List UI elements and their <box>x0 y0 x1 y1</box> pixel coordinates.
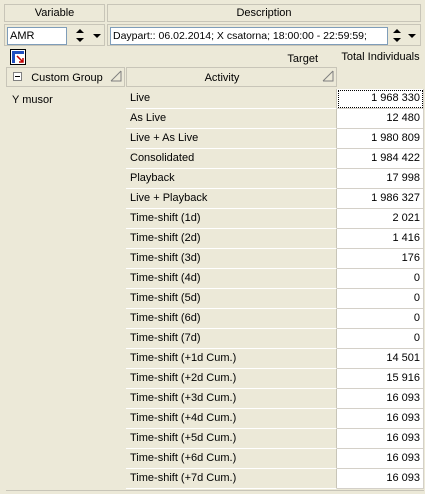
spin-down-icon[interactable] <box>73 36 87 45</box>
activity-cell[interactable]: Time-shift (+1d Cum.) <box>126 349 337 369</box>
table-row[interactable]: Consolidated 1 984 422 <box>126 149 424 169</box>
value-cell[interactable]: 0 <box>337 289 424 309</box>
activity-cell[interactable]: Time-shift (2d) <box>126 229 337 249</box>
activity-cell[interactable]: Time-shift (7d) <box>126 329 337 349</box>
activity-cell[interactable]: Live + As Live <box>126 129 337 149</box>
variable-column-header: Variable <box>4 4 105 22</box>
value-cell[interactable]: 16 093 <box>337 469 424 489</box>
value-cell[interactable]: 1 980 809 <box>337 129 424 149</box>
table-row[interactable]: Time-shift (6d) 0 <box>126 309 424 329</box>
activity-cell[interactable]: Time-shift (1d) <box>126 209 337 229</box>
custom-group-header-label: Custom Group <box>31 72 103 84</box>
spin-up-icon[interactable] <box>73 27 87 36</box>
data-grid: Live 1 968 330 As Live 12 480 Live + As Live… <box>126 89 424 489</box>
activity-cell[interactable]: Time-shift (+5d Cum.) <box>126 429 337 449</box>
group-panel: Y musor <box>6 88 126 490</box>
spin-down-icon[interactable] <box>390 36 404 45</box>
value-cell[interactable]: 0 <box>337 329 424 349</box>
target-label: Target <box>287 53 318 65</box>
table-row[interactable]: Playback 17 998 <box>126 169 424 189</box>
description-spin-buttons[interactable] <box>390 27 404 45</box>
custom-group-header[interactable]: Custom Group <box>6 67 125 87</box>
value-cell[interactable]: 1 986 327 <box>337 189 424 209</box>
value-cell[interactable]: 1 968 330 <box>337 89 424 109</box>
activity-header[interactable]: Activity <box>126 67 337 87</box>
table-row[interactable]: Time-shift (3d) 176 <box>126 249 424 269</box>
table-row[interactable]: Live 1 968 330 <box>126 89 424 109</box>
activity-cell[interactable]: Time-shift (+3d Cum.) <box>126 389 337 409</box>
table-row[interactable]: Time-shift (5d) 0 <box>126 289 424 309</box>
activity-cell[interactable]: Time-shift (3d) <box>126 249 337 269</box>
activity-cell[interactable]: Time-shift (+2d Cum.) <box>126 369 337 389</box>
table-row[interactable]: Time-shift (+5d Cum.) 16 093 <box>126 429 424 449</box>
value-cell[interactable]: 16 093 <box>337 389 424 409</box>
table-row[interactable]: As Live 12 480 <box>126 109 424 129</box>
variable-selector: AMR <box>4 24 105 46</box>
table-row[interactable]: Time-shift (+2d Cum.) 15 916 <box>126 369 424 389</box>
description-value[interactable]: Daypart:: 06.02.2014; X csatorna; 18:00:… <box>110 27 388 45</box>
pivot-grid-icon[interactable] <box>10 49 26 65</box>
value-cell[interactable]: 1 416 <box>337 229 424 249</box>
value-cell[interactable]: 0 <box>337 269 424 289</box>
table-row[interactable]: Time-shift (7d) 0 <box>126 329 424 349</box>
activity-cell[interactable]: Consolidated <box>126 149 337 169</box>
value-cell[interactable]: 16 093 <box>337 449 424 469</box>
activity-cell[interactable]: Time-shift (5d) <box>126 289 337 309</box>
variable-spin-buttons[interactable] <box>73 27 87 45</box>
activity-cell[interactable]: Live + Playback <box>126 189 337 209</box>
activity-cell[interactable]: Time-shift (+7d Cum.) <box>126 469 337 489</box>
value-cell[interactable]: 12 480 <box>337 109 424 129</box>
value-cell[interactable]: 176 <box>337 249 424 269</box>
activity-cell[interactable]: Time-shift (6d) <box>126 309 337 329</box>
activity-cell[interactable]: Live <box>126 89 337 109</box>
value-cell[interactable]: 15 916 <box>337 369 424 389</box>
description-selector: Daypart:: 06.02.2014; X csatorna; 18:00:… <box>107 24 421 46</box>
activity-cell[interactable]: Time-shift (+4d Cum.) <box>126 409 337 429</box>
description-dropdown-icon[interactable] <box>406 27 418 45</box>
group-value[interactable]: Y musor <box>12 94 53 106</box>
activity-cell[interactable]: Playback <box>126 169 337 189</box>
activity-header-label: Activity <box>204 72 240 84</box>
variable-dropdown-icon[interactable] <box>91 27 103 45</box>
target-value: Total Individuals <box>341 51 420 63</box>
value-cell[interactable]: 17 998 <box>337 169 424 189</box>
table-row[interactable]: Time-shift (+3d Cum.) 16 093 <box>126 389 424 409</box>
table-row[interactable]: Time-shift (+6d Cum.) 16 093 <box>126 449 424 469</box>
table-row[interactable]: Time-shift (4d) 0 <box>126 269 424 289</box>
value-cell[interactable]: 0 <box>337 309 424 329</box>
value-cell[interactable]: 16 093 <box>337 429 424 449</box>
table-row[interactable]: Live + As Live 1 980 809 <box>126 129 424 149</box>
table-row[interactable]: Time-shift (1d) 2 021 <box>126 209 424 229</box>
activity-cell[interactable]: As Live <box>126 109 337 129</box>
table-row[interactable]: Time-shift (+1d Cum.) 14 501 <box>126 349 424 369</box>
table-row[interactable]: Time-shift (+7d Cum.) 16 093 <box>126 469 424 489</box>
variable-value[interactable]: AMR <box>7 27 67 45</box>
collapse-icon[interactable] <box>13 72 22 81</box>
value-cell[interactable]: 2 021 <box>337 209 424 229</box>
spin-up-icon[interactable] <box>390 27 404 36</box>
resize-grip-icon[interactable] <box>322 70 334 82</box>
value-cell[interactable]: 16 093 <box>337 409 424 429</box>
value-cell[interactable]: 14 501 <box>337 349 424 369</box>
activity-cell[interactable]: Time-shift (4d) <box>126 269 337 289</box>
activity-cell[interactable]: Time-shift (+6d Cum.) <box>126 449 337 469</box>
value-cell[interactable]: 1 984 422 <box>337 149 424 169</box>
table-row[interactable]: Time-shift (2d) 1 416 <box>126 229 424 249</box>
grid-bottom-border <box>6 490 424 491</box>
resize-grip-icon[interactable] <box>110 70 122 82</box>
table-row[interactable]: Live + Playback 1 986 327 <box>126 189 424 209</box>
table-row[interactable]: Time-shift (+4d Cum.) 16 093 <box>126 409 424 429</box>
description-column-header: Description <box>107 4 421 22</box>
